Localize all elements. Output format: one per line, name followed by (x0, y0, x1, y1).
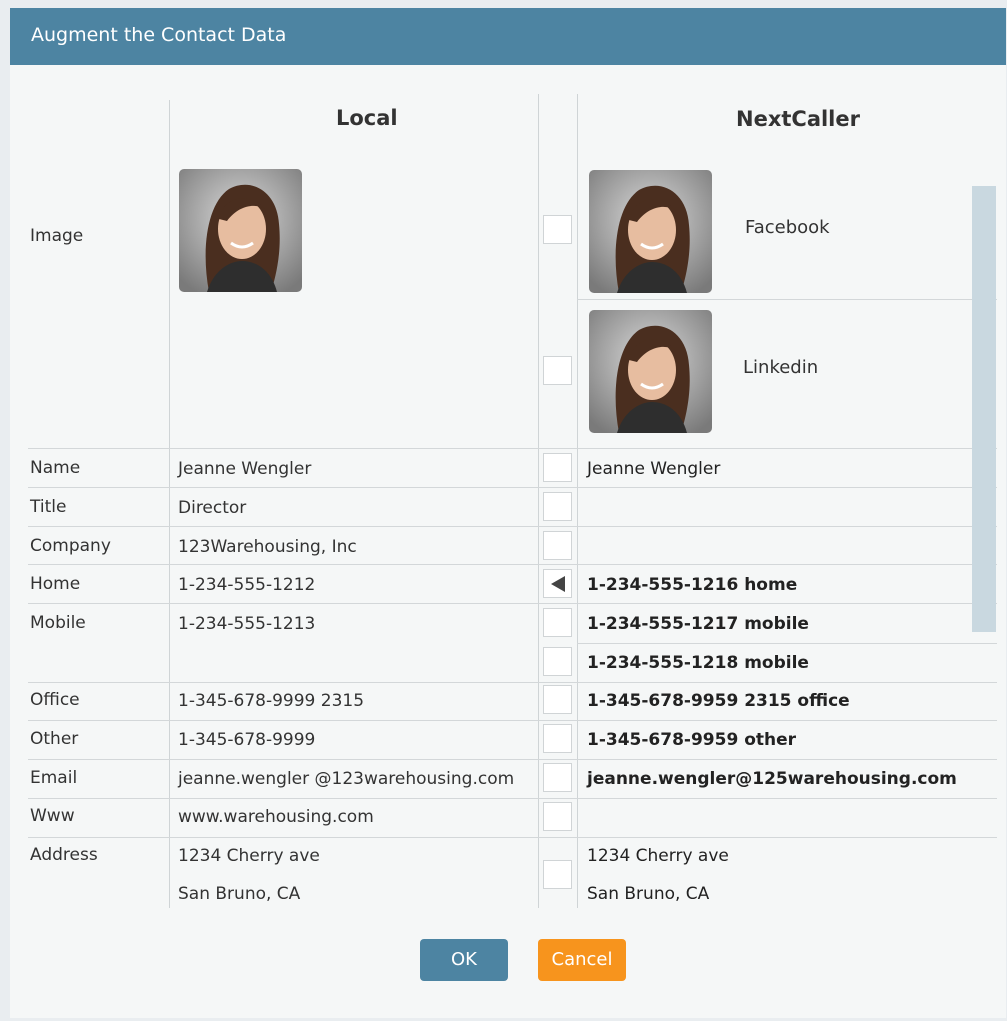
grid-divider (28, 837, 997, 838)
remote-email: jeanne.wengler@125warehousing.com (587, 769, 957, 789)
company-checkbox[interactable] (543, 531, 572, 560)
name-checkbox[interactable] (543, 453, 572, 482)
grid-divider (577, 643, 997, 644)
local-company: 123Warehousing, Inc (178, 537, 357, 557)
remote-home: 1-234-555-1216 home (587, 575, 798, 595)
local-address-line1: 1234 Cherry ave (178, 846, 320, 866)
remote-mobile-1: 1-234-555-1217 mobile (587, 614, 809, 634)
image-facebook-checkbox[interactable] (543, 215, 572, 244)
local-office: 1-345-678-9999 2315 (178, 691, 365, 711)
grid-divider (577, 94, 578, 908)
label-home: Home (30, 574, 81, 594)
grid-divider (28, 487, 997, 488)
local-email: jeanne.wengler @123warehousing.com (178, 769, 515, 789)
mobile2-checkbox[interactable] (543, 647, 572, 676)
local-home: 1-234-555-1212 (178, 575, 316, 595)
remote-address-line2: San Bruno, CA (587, 884, 710, 904)
address-checkbox[interactable] (543, 860, 572, 889)
title-checkbox[interactable] (543, 492, 572, 521)
grid-divider (28, 682, 997, 683)
remote-address-line1: 1234 Cherry ave (587, 846, 729, 866)
grid-divider (28, 720, 997, 721)
label-name: Name (30, 458, 81, 478)
mobile1-checkbox[interactable] (543, 608, 572, 637)
linkedin-photo (589, 310, 712, 433)
label-title: Title (30, 497, 67, 517)
dialog-title: Augment the Contact Data (31, 24, 287, 46)
remote-name: Jeanne Wengler (587, 459, 721, 479)
office-checkbox[interactable] (543, 685, 572, 714)
local-title: Director (178, 498, 247, 518)
scrollbar[interactable] (972, 186, 996, 632)
grid-divider (28, 448, 997, 449)
local-address-line2: San Bruno, CA (178, 884, 301, 904)
cancel-button[interactable]: Cancel (538, 939, 626, 981)
label-address: Address (30, 845, 98, 865)
www-checkbox[interactable] (543, 802, 572, 831)
grid-divider (28, 526, 997, 527)
grid-divider (28, 759, 997, 760)
facebook-photo (589, 170, 712, 293)
remote-office: 1-345-678-9959 2315 office (587, 691, 850, 711)
label-image: Image (30, 226, 84, 246)
ok-button[interactable]: OK (420, 939, 508, 981)
grid-divider (28, 564, 997, 565)
label-www: Www (30, 806, 75, 826)
label-mobile: Mobile (30, 613, 86, 633)
other-checkbox[interactable] (543, 724, 572, 753)
column-header-local: Local (336, 106, 398, 130)
image-linkedin-checkbox[interactable] (543, 356, 572, 385)
grid-divider (28, 603, 997, 604)
arrow-left-icon[interactable] (543, 569, 572, 598)
remote-other: 1-345-678-9959 other (587, 730, 797, 750)
local-mobile: 1-234-555-1213 (178, 614, 316, 634)
email-checkbox[interactable] (543, 763, 572, 792)
local-name: Jeanne Wengler (178, 459, 312, 479)
label-office: Office (30, 690, 80, 710)
grid-divider (538, 94, 539, 908)
grid-divider (28, 798, 997, 799)
dialog-titlebar: Augment the Contact Data (10, 8, 1006, 65)
grid-divider (169, 100, 170, 908)
label-other: Other (30, 729, 79, 749)
local-www: www.warehousing.com (178, 807, 374, 827)
label-company: Company (30, 536, 111, 556)
image-source-linkedin: Linkedin (743, 357, 819, 378)
local-contact-photo (179, 169, 302, 292)
augment-contact-dialog: Augment the Contact Data Local NextCalle… (10, 8, 1006, 1018)
column-header-nextcaller: NextCaller (736, 107, 860, 131)
local-other: 1-345-678-9999 (178, 730, 316, 750)
grid-divider (577, 299, 997, 300)
image-source-facebook: Facebook (745, 217, 830, 238)
remote-mobile-2: 1-234-555-1218 mobile (587, 653, 809, 673)
label-email: Email (30, 768, 78, 788)
